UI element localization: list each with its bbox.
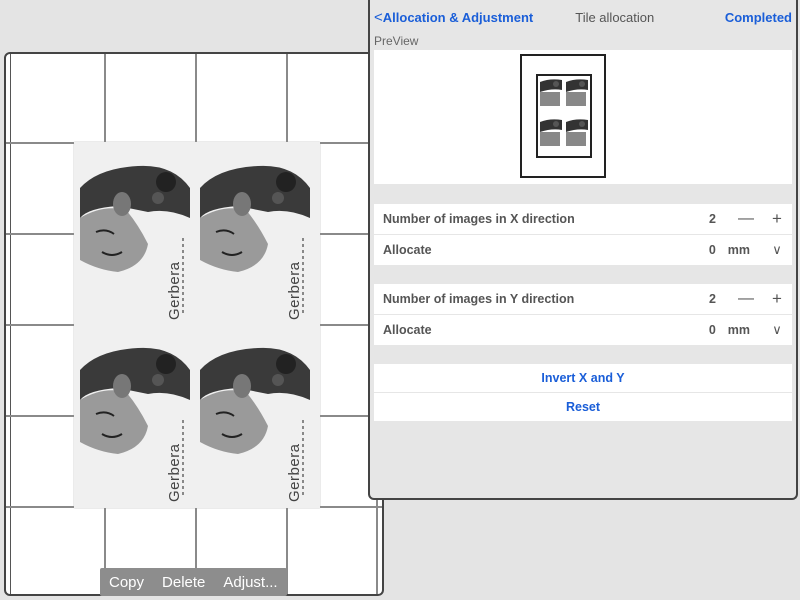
x-allocate-value[interactable]: 0 (709, 243, 716, 257)
chevron-down-icon[interactable]: ∨ (770, 242, 784, 258)
x-count-value: 2 (709, 212, 716, 226)
y-allocate-value[interactable]: 0 (709, 323, 716, 337)
chevron-down-icon[interactable]: ∨ (770, 322, 784, 338)
x-count-row: Number of images in X direction 2 — + (374, 204, 792, 234)
x-allocate-unit: mm (727, 243, 750, 257)
tile-caption: Gerbera (166, 261, 183, 320)
preview-area (374, 50, 792, 184)
image-tile[interactable]: Gerbera (78, 330, 196, 508)
chevron-left-icon: < (374, 8, 383, 26)
image-tile[interactable]: Gerbera (198, 148, 316, 326)
preview-label: PreView (374, 34, 419, 48)
y-allocate-label: Allocate (383, 323, 432, 337)
completed-button[interactable]: Completed (725, 10, 792, 25)
y-increment-button[interactable]: + (770, 289, 784, 309)
y-count-value: 2 (709, 292, 716, 306)
preview-paper (520, 54, 606, 178)
tile-caption: Gerbera (286, 261, 303, 320)
y-count-label: Number of images in Y direction (383, 292, 575, 306)
tile-caption: Gerbera (166, 443, 183, 502)
x-increment-button[interactable]: + (770, 209, 784, 229)
tile-allocation-panel: <Allocation & Adjustment Tile allocation… (368, 0, 798, 500)
print-canvas[interactable]: Gerbera Gerbera Gerbera Gerbera (4, 52, 384, 596)
back-label: Allocation & Adjustment (382, 9, 534, 25)
x-allocate-label: Allocate (383, 243, 432, 257)
tiled-image-sheet[interactable]: Gerbera Gerbera Gerbera Gerbera (74, 142, 320, 508)
image-tile[interactable]: Gerbera (78, 148, 196, 326)
delete-button[interactable]: Delete (153, 574, 214, 591)
invert-xy-button[interactable]: Invert X and Y (374, 364, 792, 392)
tile-caption: Gerbera (286, 443, 303, 502)
x-count-label: Number of images in X direction (383, 212, 575, 226)
preview-thumbnail (540, 79, 588, 146)
y-decrement-button[interactable]: — (738, 290, 754, 308)
preview-image-area (536, 74, 592, 158)
x-decrement-button[interactable]: — (738, 210, 754, 228)
y-count-row: Number of images in Y direction 2 — + (374, 284, 792, 314)
y-allocate-row: Allocate 0 mm ∨ (374, 315, 792, 345)
back-button[interactable]: <Allocation & Adjustment (374, 9, 533, 26)
page-title: Tile allocation (575, 9, 655, 25)
copy-button[interactable]: Copy (100, 574, 153, 591)
context-menu: Copy Delete Adjust... (100, 568, 287, 596)
panel-header: <Allocation & Adjustment Tile allocation… (370, 0, 796, 34)
x-allocate-row: Allocate 0 mm ∨ (374, 235, 792, 265)
image-tile[interactable]: Gerbera (198, 330, 316, 508)
y-allocate-unit: mm (727, 323, 750, 337)
adjust-button[interactable]: Adjust... (214, 574, 286, 591)
reset-button[interactable]: Reset (374, 393, 792, 421)
